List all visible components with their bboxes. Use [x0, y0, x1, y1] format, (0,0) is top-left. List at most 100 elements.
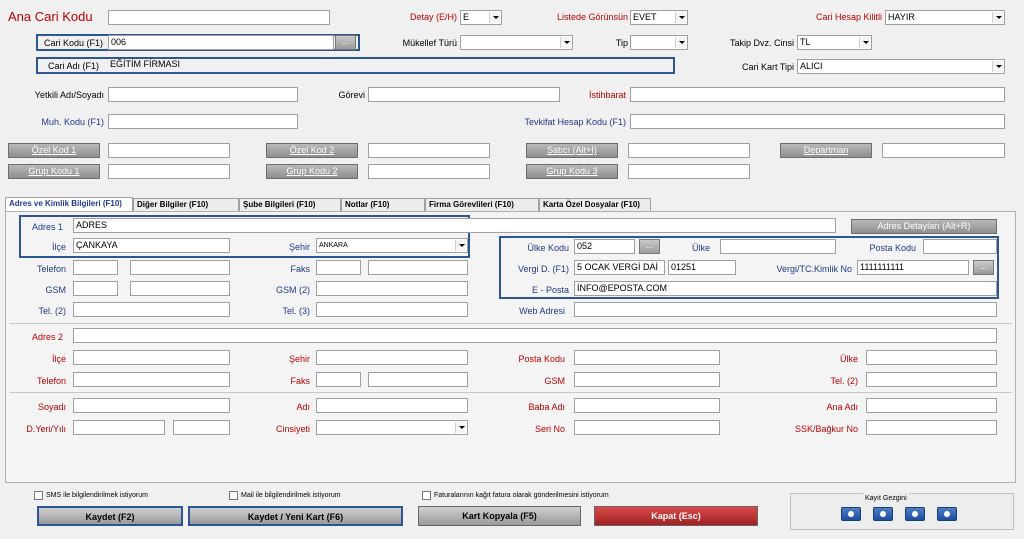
cari-kodu-lookup-button[interactable]: ... — [335, 35, 356, 50]
ulke-kodu-lookup-button[interactable]: ... — [639, 239, 660, 254]
grup-kodu-2-input[interactable] — [368, 164, 490, 179]
ilce-input[interactable]: ÇANKAYA — [73, 238, 230, 253]
tab-firma-gorevlileri[interactable]: Firma Görevlileri (F10) — [425, 198, 539, 211]
kilitli-label: Cari Hesap Kilitli — [815, 12, 882, 22]
vergi-d-input[interactable]: 5 OCAK VERGİ DAİ — [574, 260, 665, 275]
sehir-select[interactable]: ANKARA — [316, 238, 468, 253]
tab-notlar[interactable]: Notlar (F10) — [341, 198, 425, 211]
telefon-input[interactable] — [130, 260, 230, 275]
adi-input[interactable] — [316, 398, 468, 413]
yetkili-input[interactable] — [108, 87, 298, 102]
next-record-icon[interactable] — [905, 507, 925, 521]
kaydet-button[interactable]: Kaydet (F2) — [37, 506, 183, 526]
sms-label: SMS ile bilgilendirilmek istiyorum — [46, 492, 148, 499]
gorevi-input[interactable] — [368, 87, 560, 102]
seri-no-input[interactable] — [574, 420, 720, 435]
tel2-label: Tel. (2) — [38, 306, 66, 316]
posta-kodu-label: Posta Kodu — [869, 243, 916, 253]
ozel-kod-2-button[interactable]: Özel Kod 2 — [266, 143, 358, 158]
ulke-kodu-label: Ülke Kodu — [527, 243, 569, 253]
kart-kopyala-button[interactable]: Kart Kopyala (F5) — [418, 506, 581, 526]
kart-tipi-select[interactable]: ALICI — [797, 59, 1005, 74]
vergi-no-lookup-button[interactable]: ... — [973, 260, 994, 275]
adres2-faks-input[interactable] — [368, 372, 468, 387]
istihbarat-input[interactable] — [630, 87, 1005, 102]
cari-adi-input[interactable]: EĞİTİM FİRMASI — [108, 58, 672, 73]
gsm2-input[interactable] — [316, 281, 468, 296]
grup-kodu-1-button[interactable]: Grup Kodu 1 — [8, 164, 100, 179]
tevkifat-label: Tevkifat Hesap Kodu (F1) — [524, 117, 626, 127]
tel2-input[interactable] — [73, 302, 230, 317]
adres2-telefon-label: Telefon — [36, 376, 66, 386]
detay-select[interactable]: E — [460, 10, 502, 25]
ulke-kodu-input[interactable]: 052 — [574, 239, 635, 254]
tel3-label: Tel. (3) — [282, 306, 310, 316]
adres2-input[interactable] — [73, 328, 997, 343]
mukellef-select[interactable] — [460, 35, 573, 50]
ozel-kod-1-input[interactable] — [108, 143, 230, 158]
sms-checkbox[interactable] — [34, 491, 43, 500]
adres2-posta-input[interactable] — [574, 350, 720, 365]
ulke-input[interactable] — [720, 239, 836, 254]
last-record-icon[interactable] — [937, 507, 957, 521]
departman-button[interactable]: Departman — [780, 143, 872, 158]
departman-input[interactable] — [882, 143, 1005, 158]
vergi-no-input[interactable]: 1111111111 — [857, 260, 969, 275]
telefon-area-input[interactable] — [73, 260, 118, 275]
faks-input[interactable] — [368, 260, 468, 275]
gsm-area-input[interactable] — [73, 281, 118, 296]
adres2-telefon-input[interactable] — [73, 372, 230, 387]
dyili-input[interactable] — [173, 420, 230, 435]
gsm-input[interactable] — [130, 281, 230, 296]
adres2-sehir-input[interactable] — [316, 350, 468, 365]
takip-select[interactable]: TL — [797, 35, 872, 50]
grup-kodu-3-input[interactable] — [628, 164, 750, 179]
posta-kodu-input[interactable] — [923, 239, 997, 254]
tab-adres-kimlik[interactable]: Adres ve Kimlik Bilgileri (F10) — [5, 197, 133, 211]
tip-select[interactable] — [630, 35, 688, 50]
web-input[interactable] — [574, 302, 997, 317]
grup-kodu-2-button[interactable]: Grup Kodu 2 — [266, 164, 358, 179]
grup-kodu-3-button[interactable]: Grup Kodu 3 — [526, 164, 618, 179]
detay-label: Detay (E/H) — [409, 12, 457, 22]
tab-sube-bilgileri[interactable]: Şube Bilgileri (F10) — [239, 198, 341, 211]
grup-kodu-1-input[interactable] — [108, 164, 230, 179]
soyadi-input[interactable] — [73, 398, 230, 413]
tab-karta-ozel-dosyalar[interactable]: Karta Özel Dosyalar (F10) — [539, 198, 651, 211]
ozel-kod-2-input[interactable] — [368, 143, 490, 158]
muh-kodu-input[interactable] — [108, 114, 298, 129]
mail-checkbox[interactable] — [229, 491, 238, 500]
satici-button[interactable]: Satıcı (Alt+I) — [526, 143, 618, 158]
adres2-tel2-input[interactable] — [866, 372, 997, 387]
adres2-ilce-input[interactable] — [73, 350, 230, 365]
baba-adi-input[interactable] — [574, 398, 720, 413]
kaydet-yeni-button[interactable]: Kaydet / Yeni Kart (F6) — [188, 506, 403, 526]
vergi-d-code-input[interactable]: 01251 — [668, 260, 736, 275]
ana-adi-input[interactable] — [866, 398, 997, 413]
satici-input[interactable] — [628, 143, 750, 158]
first-record-icon[interactable] — [841, 507, 861, 521]
adres-detay-button[interactable]: Adres Detayları (Alt+R) — [851, 219, 997, 234]
ssk-input[interactable] — [866, 420, 997, 435]
previous-record-icon[interactable] — [873, 507, 893, 521]
listede-select[interactable]: EVET — [630, 10, 688, 25]
tel3-input[interactable] — [316, 302, 468, 317]
cari-kodu-input[interactable]: 006 — [108, 35, 334, 50]
chevron-down-icon — [455, 422, 466, 433]
fatura-checkbox[interactable] — [422, 491, 431, 500]
cinsiyeti-select[interactable] — [316, 420, 468, 435]
detay-value: E — [463, 12, 470, 22]
tevkifat-input[interactable] — [630, 114, 1005, 129]
dyeri-input[interactable] — [73, 420, 165, 435]
adres2-gsm-input[interactable] — [574, 372, 720, 387]
kilitli-select[interactable]: HAYIR — [885, 10, 1005, 25]
adres2-faks-area-input[interactable] — [316, 372, 361, 387]
ana-cari-kodu-input[interactable] — [108, 10, 330, 25]
faks-area-input[interactable] — [316, 260, 361, 275]
eposta-input[interactable]: İNFO@EPOSTA.COM — [574, 281, 997, 296]
adres1-input[interactable]: ADRES — [73, 218, 836, 233]
ozel-kod-1-button[interactable]: Özel Kod 1 — [8, 143, 100, 158]
adres2-ulke-input[interactable] — [866, 350, 997, 365]
tab-diger-bilgiler[interactable]: Diğer Bilgiler (F10) — [133, 198, 239, 211]
kapat-button[interactable]: Kapat (Esc) — [594, 506, 758, 526]
